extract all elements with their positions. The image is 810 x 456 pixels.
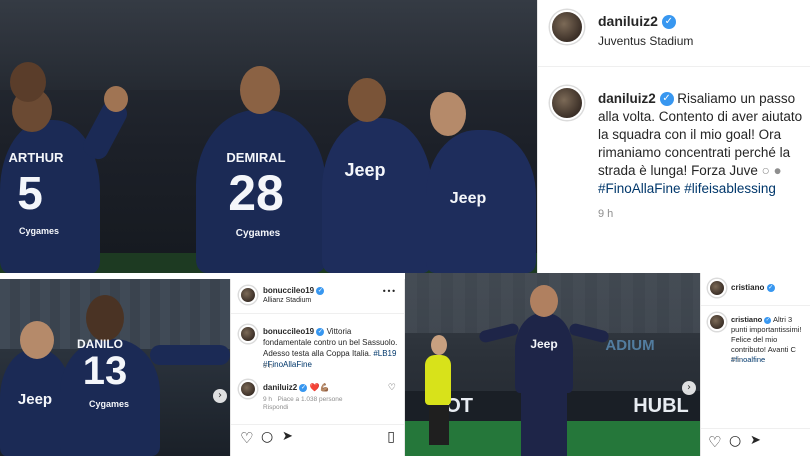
jersey-sponsor-jeep: Jeep (344, 160, 386, 180)
player-center (322, 118, 432, 273)
comment-text: ❤️💪🏽 (309, 383, 330, 392)
jersey-sponsor-jeep: Jeep (530, 337, 558, 351)
kit-sponsor: Cygames (18, 226, 60, 236)
post-time: 9 h (263, 363, 273, 370)
bonucci-post-photo: Jeep DANILO 13 Cygames › (0, 279, 230, 456)
avatar[interactable] (708, 279, 726, 297)
verified-icon: ✓ (661, 15, 676, 30)
kit-sponsor: Cygames (235, 228, 281, 239)
post-location[interactable]: Juventus Stadium (598, 34, 693, 48)
avatar[interactable] (239, 325, 257, 343)
jersey-sponsor-jeep: Jeep (449, 190, 487, 207)
divider (231, 424, 404, 425)
cristiano-post-photo: ADIUM LOT HUBL Jeep › (405, 273, 700, 456)
divider (231, 313, 404, 314)
jersey-number-danilo: 13 (82, 349, 128, 393)
kit-sponsor: Cygames (88, 399, 130, 409)
comment-likes[interactable]: Piace a 1.038 persone (277, 396, 342, 403)
post-time: 9 h (731, 357, 741, 364)
cristiano-post-panel: cristiano ✓ cristiano ✓ Altri 3 punti im… (700, 273, 810, 456)
avatar[interactable] (239, 380, 257, 398)
avatar[interactable] (550, 86, 584, 120)
jersey-sponsor-jeep: Jeep (17, 391, 53, 408)
player-cristiano (515, 313, 573, 393)
post-location[interactable]: Allianz Stadium (263, 297, 311, 304)
white-circle-emoji: ○ ● (761, 163, 782, 178)
verified-icon: ✓ (316, 327, 325, 336)
caption: bonuccileo19 ✓ Vittoria fondamentale con… (263, 326, 401, 370)
main-post-photo: ARTHUR 5 Cygames DEMIRAL 28 Cygames Jeep… (0, 0, 537, 273)
avatar[interactable] (239, 286, 257, 304)
avatar[interactable] (550, 10, 584, 44)
avatar[interactable] (708, 313, 726, 331)
caption: cristiano ✓ Altri 3 punti importantissim… (731, 315, 809, 365)
reply-link[interactable]: Rispondi (263, 404, 288, 411)
post-username[interactable]: daniluiz2 (598, 13, 658, 29)
verified-icon: ✓ (764, 316, 772, 324)
caption: daniluiz2 ✓ Risaliamo un passo alla volt… (598, 90, 808, 198)
caption-username[interactable]: daniluiz2 (598, 91, 656, 106)
main-post-panel: daniluiz2 ✓ Juventus Stadium daniluiz2 ✓… (537, 0, 810, 273)
comment-time: 9 h (263, 396, 273, 403)
caption-hashtags[interactable]: #FinoAllaFine #lifeisablessing (598, 181, 776, 196)
share-icon[interactable]: ➤ (282, 429, 293, 444)
divider (701, 305, 810, 306)
caption-username[interactable]: bonuccileo19 (263, 327, 314, 336)
comment-like-icon[interactable]: ♡ (388, 383, 396, 393)
carousel-next-arrow[interactable]: › (682, 381, 696, 395)
jersey-number-arthur: 5 (17, 167, 43, 219)
verified-icon: ✓ (316, 286, 325, 295)
jersey-name-arthur: ARTHUR (8, 150, 64, 165)
heart-icon[interactable]: ♡ (240, 429, 253, 447)
share-icon[interactable]: ➤ (750, 433, 761, 448)
comment-username[interactable]: daniluiz2 (263, 383, 297, 392)
more-options-icon[interactable]: ••• (382, 287, 396, 296)
verified-icon: ✓ (766, 283, 775, 292)
caption-username[interactable]: cristiano (731, 315, 762, 324)
verified-icon: ✓ (659, 92, 674, 107)
verified-icon: ✓ (299, 383, 308, 392)
heart-icon[interactable]: ♡ (708, 433, 721, 451)
post-time: 9 h (598, 208, 614, 220)
jersey-number-demiral: 28 (228, 165, 284, 221)
ad-board-right: HUBL (633, 395, 689, 417)
jersey-name-demiral: DEMIRAL (226, 150, 286, 165)
comment-icon[interactable]: ○ (729, 433, 741, 449)
divider (701, 428, 810, 429)
comment-icon[interactable]: ○ (261, 429, 273, 445)
bookmark-icon[interactable]: ▯ (387, 429, 395, 445)
bonucci-post-panel: bonuccileo19 ✓ Allianz Stadium ••• bonuc… (230, 279, 405, 456)
post-username[interactable]: bonuccileo19 (263, 286, 314, 295)
carousel-next-arrow[interactable]: › (213, 389, 227, 403)
divider (538, 66, 810, 67)
post-username[interactable]: cristiano (731, 283, 764, 292)
